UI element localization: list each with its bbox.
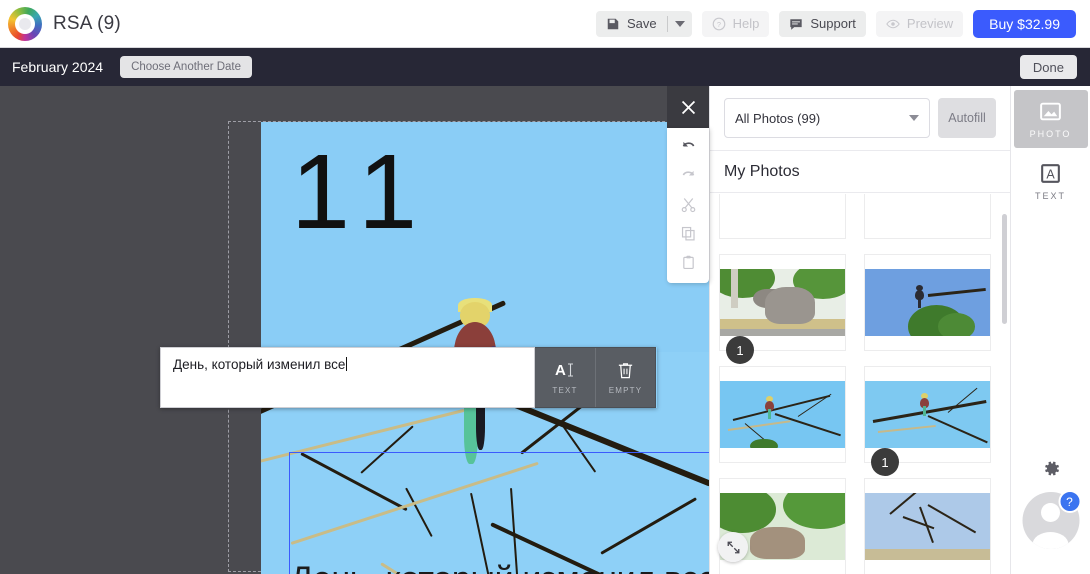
thumbnail-row — [719, 194, 1002, 254]
photo-source-value: All Photos (99) — [735, 110, 821, 126]
scissors-icon — [681, 198, 695, 213]
photo-panel: All Photos (99) Autofill My Photos 1 1 — [709, 86, 1010, 574]
top-toolbar: RSA (9) Save ? Help Support Preview Buy … — [0, 0, 1090, 48]
thumbnail-image — [865, 381, 990, 448]
thumbnail-image — [865, 269, 990, 336]
choose-another-date-button[interactable]: Choose Another Date — [120, 56, 253, 78]
eye-icon — [886, 17, 900, 31]
text-cursor-icon: A — [555, 362, 573, 379]
caption-text-input[interactable]: День, который изменил все — [160, 347, 535, 408]
canvas-area[interactable]: 11 День, который изменил все День, котор… — [0, 86, 709, 574]
edit-tool-strip — [667, 86, 709, 286]
close-icon — [681, 100, 695, 114]
thumbnail-badge: 1 — [871, 448, 899, 476]
expand-panel-button[interactable] — [718, 532, 748, 562]
top-actions: Save ? Help Support Preview Buy $32.99 — [595, 9, 1076, 38]
rail-tab-text-label: TEXT — [1034, 191, 1066, 201]
support-button[interactable]: Support — [779, 10, 866, 37]
autofill-button[interactable]: Autofill — [938, 98, 996, 138]
thumbnail-image — [865, 493, 990, 560]
letter-a-box-icon: A — [1041, 164, 1060, 183]
photo-source-select[interactable]: All Photos (99) — [724, 98, 930, 138]
floppy-disk-icon — [606, 17, 620, 31]
save-group: Save — [595, 10, 692, 37]
question-circle-icon: ? — [712, 17, 726, 31]
thumbnail-item[interactable]: 1 — [864, 366, 991, 476]
empty-text-button[interactable]: EMPTY — [595, 348, 655, 407]
cut-button[interactable] — [667, 190, 709, 219]
thumbnail-badge: 1 — [726, 336, 754, 364]
text-style-label: TEXT — [552, 386, 578, 395]
text-style-button[interactable]: A TEXT — [535, 348, 595, 407]
text-editor-buttons: A TEXT EMPTY — [535, 347, 656, 408]
thumbnail-row: 1 — [719, 366, 1002, 478]
done-button[interactable]: Done — [1019, 55, 1077, 79]
page-number-text[interactable]: 11 — [291, 139, 433, 244]
help-button[interactable]: ? Help — [701, 10, 770, 37]
app-root: RSA (9) Save ? Help Support Preview Buy … — [0, 0, 1090, 574]
save-dropdown-button[interactable] — [668, 11, 692, 37]
empty-text-label: EMPTY — [608, 385, 643, 395]
thumbnail-item[interactable] — [864, 194, 991, 239]
thumbnail-item[interactable] — [719, 366, 846, 463]
close-panel-button[interactable] — [667, 86, 709, 128]
chevron-down-icon — [674, 20, 685, 27]
text-editor: День, который изменил все A TEXT EMPTY — [160, 347, 657, 408]
save-label: Save — [626, 16, 657, 31]
thumbnail-row — [719, 478, 1002, 574]
photo-thumbnail-grid[interactable]: 1 1 — [710, 194, 1011, 574]
thumbnail-item[interactable] — [864, 478, 991, 574]
user-account-button[interactable]: ? — [1022, 490, 1081, 549]
brand: RSA (9) — [8, 6, 121, 41]
help-label: Help — [732, 16, 760, 31]
edit-tool-list — [667, 128, 709, 283]
photo-panel-header: All Photos (99) Autofill — [710, 86, 1010, 151]
preview-label: Preview — [906, 16, 954, 31]
copy-button[interactable] — [667, 219, 709, 248]
settings-button[interactable] — [1040, 458, 1061, 484]
project-title: RSA (9) — [53, 12, 121, 34]
thumbnail-item[interactable]: 1 — [719, 254, 846, 364]
svg-text:A: A — [1046, 168, 1055, 182]
photo-section-title: My Photos — [710, 151, 1010, 193]
image-icon — [1040, 102, 1061, 121]
rail-tab-photo-label: PHOTO — [1029, 129, 1072, 139]
support-label: Support — [810, 16, 856, 31]
buy-button[interactable]: Buy $32.99 — [973, 9, 1076, 38]
chat-bubble-icon — [789, 17, 803, 31]
rail-tab-photo[interactable]: PHOTO — [1013, 90, 1088, 148]
redo-button[interactable] — [667, 161, 709, 190]
photo-panel-scrollbar[interactable] — [1002, 214, 1007, 324]
undo-button[interactable] — [667, 132, 709, 161]
current-month-label: February 2024 — [12, 59, 104, 75]
help-badge[interactable]: ? — [1058, 490, 1081, 513]
save-button[interactable]: Save — [596, 11, 667, 37]
svg-text:?: ? — [717, 19, 721, 28]
thumbnail-item[interactable] — [864, 254, 991, 351]
text-caret — [346, 357, 348, 371]
expand-arrows-icon — [727, 541, 739, 553]
rail-tab-text[interactable]: A TEXT — [1014, 152, 1088, 210]
redo-arrow-icon — [682, 170, 694, 176]
rainbow-camera-logo-icon — [8, 6, 42, 41]
canvas-caption-text[interactable]: День, который изменил все — [290, 560, 709, 574]
undo-arrow-icon — [682, 141, 694, 147]
svg-text:A: A — [555, 362, 566, 379]
gear-icon — [1044, 461, 1059, 476]
trash-icon — [618, 362, 633, 378]
thumbnail-image — [720, 269, 845, 336]
date-toolbar: February 2024 Choose Another Date Done — [0, 48, 1090, 86]
thumbnail-image — [720, 381, 845, 448]
thumbnail-row: 1 — [719, 254, 1002, 366]
right-tool-rail: PHOTO A TEXT ? — [1010, 86, 1090, 574]
copy-icon — [681, 226, 695, 241]
preview-button[interactable]: Preview — [875, 10, 964, 37]
text-selection-box[interactable] — [289, 452, 709, 574]
chevron-down-icon — [909, 115, 919, 121]
paste-button[interactable] — [667, 248, 709, 277]
clipboard-icon — [682, 255, 694, 270]
caption-text-value: День, который изменил все — [173, 357, 346, 372]
thumbnail-item[interactable] — [719, 194, 846, 239]
